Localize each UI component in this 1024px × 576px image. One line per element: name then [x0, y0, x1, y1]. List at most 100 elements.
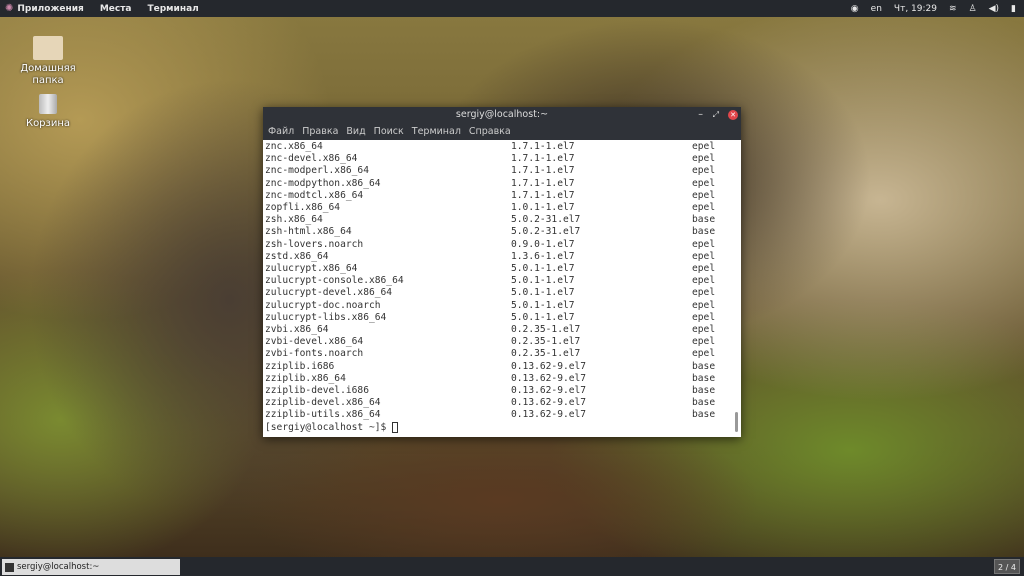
package-repo: epel [692, 202, 716, 214]
package-name: zziplib-devel.i686 [265, 385, 369, 397]
table-row: zvbi-fonts.noarch 0.2.35-1.el7 epel [265, 348, 739, 360]
bottom-panel: sergiy@localhost:~ 2 / 4 [0, 557, 1024, 576]
table-row: znc-modperl.x86_64 1.7.1-1.el7 epel [265, 165, 739, 177]
workspace-switcher[interactable]: 2 / 4 [994, 559, 1020, 574]
package-version: 5.0.1-1.el7 [511, 263, 575, 275]
maximize-button[interactable]: ⤢ [713, 107, 719, 123]
package-repo: epel [692, 238, 716, 250]
package-name: zulucrypt-console.x86_64 [265, 275, 404, 287]
close-button[interactable]: ✕ [728, 110, 738, 120]
desktop-icon-trash[interactable]: Корзина [18, 94, 78, 129]
package-version: 1.3.6-1.el7 [511, 250, 575, 262]
network-icon[interactable]: ♙ [969, 4, 977, 14]
minimize-button[interactable]: – [698, 107, 703, 123]
package-repo: base [692, 226, 716, 238]
window-title: sergiy@localhost:~ [455, 109, 549, 120]
table-row: zulucrypt-doc.noarch 5.0.1-1.el7 epel [265, 300, 739, 312]
table-row: zulucrypt-console.x86_64 5.0.1-1.el7 epel [265, 275, 739, 287]
table-row: zziplib.i686 0.13.62-9.el7 base [265, 361, 739, 373]
package-version: 5.0.1-1.el7 [511, 275, 575, 287]
menu-view[interactable]: Вид [346, 126, 365, 137]
package-version: 0.9.0-1.el7 [511, 238, 575, 250]
table-row: zvbi.x86_64 0.2.35-1.el7 epel [265, 324, 739, 336]
package-version: 0.13.62-9.el7 [511, 372, 587, 384]
menu-edit[interactable]: Правка [302, 126, 338, 137]
package-version: 0.2.35-1.el7 [511, 348, 581, 360]
places-menu[interactable]: Места [100, 4, 132, 14]
package-repo: epel [692, 336, 716, 348]
menu-search[interactable]: Поиск [374, 126, 404, 137]
package-version: 0.13.62-9.el7 [511, 397, 587, 409]
volume-icon[interactable]: ◀) [989, 4, 999, 14]
taskbar-item-terminal[interactable]: sergiy@localhost:~ [2, 559, 180, 575]
package-version: 0.13.62-9.el7 [511, 409, 587, 421]
package-repo: epel [692, 189, 716, 201]
menu-help[interactable]: Справка [469, 126, 511, 137]
desktop-icon-home[interactable]: Домашняя папка [18, 36, 78, 87]
top-panel: ✺ Приложения Места Терминал ◉ en Чт, 19:… [0, 0, 1024, 17]
terminal-output[interactable]: znc.x86_64 1.7.1-1.el7 epel znc-devel.x86_6… [263, 140, 741, 437]
menu-bar: Файл Правка Вид Поиск Терминал Справка [263, 123, 741, 140]
title-bar[interactable]: sergiy@localhost:~ – ⤢ ✕ [263, 107, 741, 123]
terminal-menu[interactable]: Терминал [148, 4, 199, 14]
table-row: zulucrypt-libs.x86_64 5.0.1-1.el7 epel [265, 312, 739, 324]
package-name: zulucrypt-libs.x86_64 [265, 311, 387, 323]
package-version: 1.7.1-1.el7 [511, 153, 575, 165]
package-name: zulucrypt.x86_64 [265, 263, 358, 275]
package-repo: epel [692, 348, 716, 360]
table-row: znc-modtcl.x86_64 1.7.1-1.el7 epel [265, 190, 739, 202]
package-name: zziplib.i686 [265, 360, 335, 372]
scrollbar[interactable] [735, 412, 738, 432]
package-repo: epel [692, 263, 716, 275]
clock[interactable]: Чт, 19:29 [894, 4, 937, 14]
package-repo: epel [692, 165, 716, 177]
package-name: zvbi-fonts.noarch [265, 348, 364, 360]
accessibility-icon[interactable]: ◉ [851, 4, 859, 14]
apps-icon: ✺ [5, 3, 14, 14]
package-repo: epel [692, 275, 716, 287]
package-name: zsh-lovers.noarch [265, 238, 364, 250]
package-repo: base [692, 397, 716, 409]
package-repo: epel [692, 287, 716, 299]
table-row: zsh-lovers.noarch 0.9.0-1.el7 epel [265, 239, 739, 251]
package-name: zziplib-utils.x86_64 [265, 409, 381, 421]
table-row: zziplib-devel.i686 0.13.62-9.el7 base [265, 385, 739, 397]
package-repo: base [692, 409, 716, 421]
table-row: zziplib.x86_64 0.13.62-9.el7 base [265, 373, 739, 385]
package-version: 0.2.35-1.el7 [511, 324, 581, 336]
menu-file[interactable]: Файл [268, 126, 294, 137]
table-row: znc-modpython.x86_64 1.7.1-1.el7 epel [265, 178, 739, 190]
package-name: zziplib.x86_64 [265, 372, 346, 384]
prompt-line: [sergiy@localhost ~]$ [265, 421, 739, 434]
folder-icon [33, 36, 63, 60]
package-version: 5.0.2-31.el7 [511, 214, 581, 226]
package-name: zulucrypt-devel.x86_64 [265, 287, 393, 299]
package-name: zvbi-devel.x86_64 [265, 336, 364, 348]
trash-icon [39, 94, 57, 114]
terminal-window: sergiy@localhost:~ – ⤢ ✕ Файл Правка Вид… [263, 107, 741, 437]
table-row: znc.x86_64 1.7.1-1.el7 epel [265, 141, 739, 153]
package-name: zulucrypt-doc.noarch [265, 299, 381, 311]
table-row: zopfli.x86_64 1.0.1-1.el7 epel [265, 202, 739, 214]
package-name: znc-devel.x86_64 [265, 153, 358, 165]
battery-icon[interactable]: ▮ [1011, 4, 1016, 14]
package-version: 0.2.35-1.el7 [511, 336, 581, 348]
package-repo: epel [692, 153, 716, 165]
package-name: znc-modperl.x86_64 [265, 165, 369, 177]
package-repo: epel [692, 299, 716, 311]
package-version: 0.13.62-9.el7 [511, 360, 587, 372]
package-repo: epel [692, 177, 716, 189]
menu-terminal[interactable]: Терминал [412, 126, 461, 137]
table-row: zsh-html.x86_64 5.0.2-31.el7 base [265, 226, 739, 238]
package-repo: base [692, 214, 716, 226]
package-repo: base [692, 372, 716, 384]
language-indicator[interactable]: en [871, 4, 882, 14]
wifi-icon[interactable]: ≋ [949, 4, 957, 14]
cursor [392, 421, 399, 433]
package-name: znc.x86_64 [265, 141, 323, 152]
applications-menu[interactable]: Приложения [17, 4, 83, 14]
package-name: zsh.x86_64 [265, 214, 323, 226]
package-name: zsh-html.x86_64 [265, 226, 352, 238]
package-repo: epel [692, 141, 716, 152]
package-repo: base [692, 385, 716, 397]
